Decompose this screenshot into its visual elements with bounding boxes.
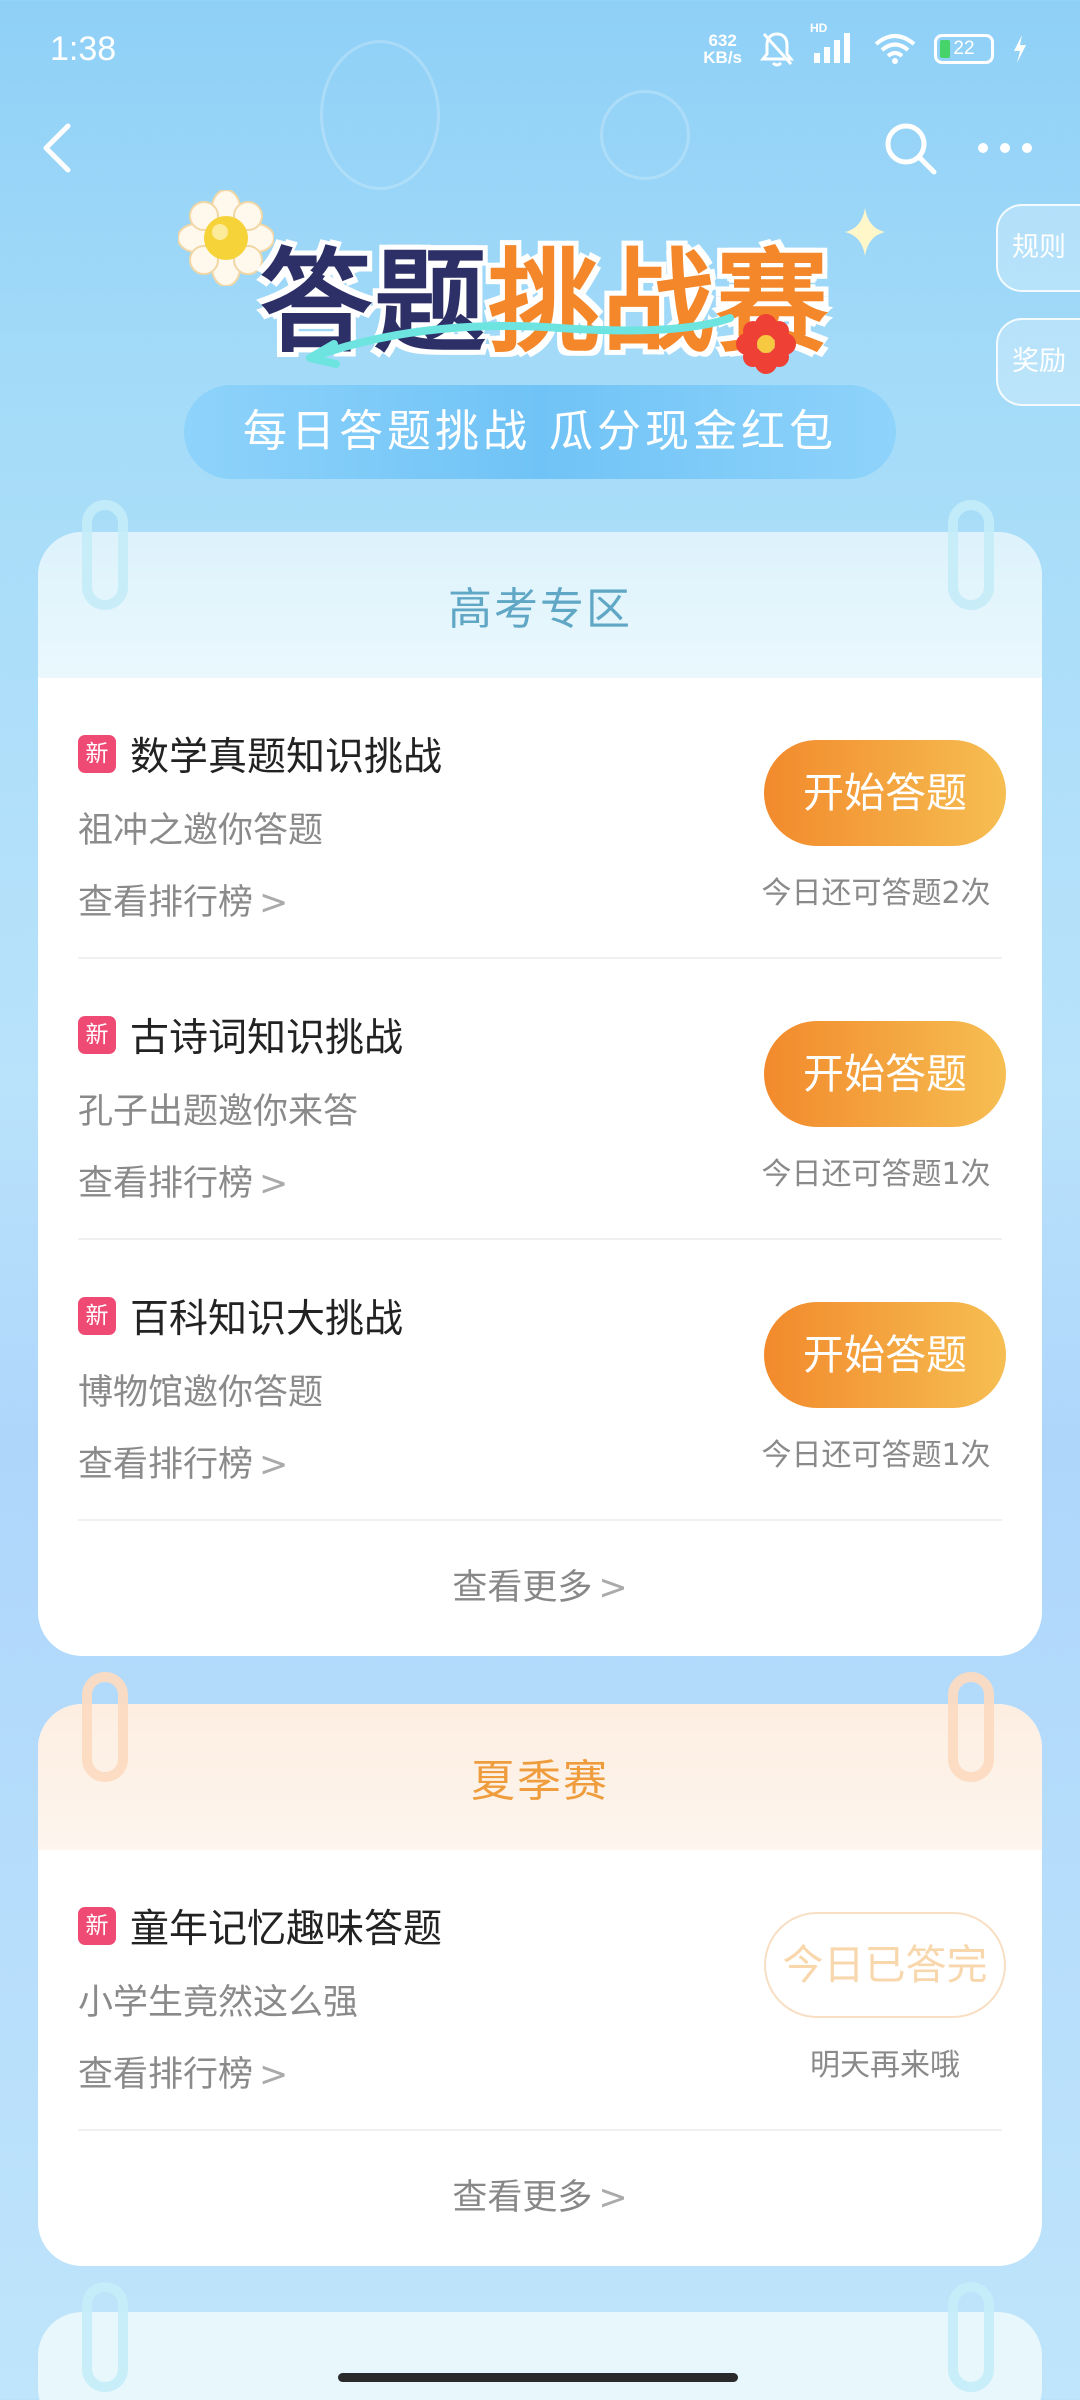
leaderboard-link[interactable]: 查看排行榜 > [78,1436,288,1487]
quiz-completed-button[interactable]: 今日已答完 [764,1912,1006,2018]
leaderboard-link[interactable]: 查看排行榜 > [78,874,288,925]
new-badge: 新 [78,1016,116,1054]
start-quiz-button[interactable]: 开始答题 [764,1021,1006,1127]
chevron-right-icon: > [259,1164,289,1204]
more-dots-icon[interactable] [975,128,1035,168]
wifi-icon [874,34,916,64]
challenge-title: 古诗词知识挑战 [130,1016,404,1061]
binder-ring [948,2282,994,2392]
status-bar: 1:38 632 KB/s HD 22 [0,0,1080,96]
chevron-right-icon: > [259,1445,289,1485]
come-back-tomorrow-text: 明天再来哦 [810,2048,960,2083]
remaining-attempts: 今日还可答题1次 [761,1157,991,1192]
chevron-right-icon: > [259,2055,289,2095]
home-indicator[interactable] [338,2373,738,2382]
view-more-link[interactable]: 查看更多 > [38,1521,1042,1655]
challenge-title: 童年记忆趣味答题 [130,1907,443,1952]
chevron-right-icon: > [598,2178,628,2218]
challenge-subtitle: 小学生竟然这么强 [78,1983,359,2023]
binder-ring [82,500,128,610]
remaining-attempts: 今日还可答题1次 [761,1438,991,1473]
binder-ring [82,1672,128,1782]
search-icon[interactable] [880,118,940,178]
battery-indicator: 22 [934,34,994,64]
section-card-next [38,2312,1042,2400]
signal-icon [814,33,850,63]
charging-bolt-icon [1014,35,1026,63]
challenge-title: 数学真题知识挑战 [130,735,443,780]
challenge-title: 百科知识大挑战 [130,1297,404,1342]
hero-subtitle: 每日答题挑战 瓜分现金红包 [184,385,896,479]
binder-ring [948,500,994,610]
section-header: 夏季赛 [38,1704,1042,1850]
start-quiz-button[interactable]: 开始答题 [764,1302,1006,1408]
rules-tab[interactable]: 规则 [996,204,1080,292]
binder-ring [948,1672,994,1782]
network-speed: 632 KB/s [703,31,742,67]
back-arrow-icon[interactable] [30,118,90,178]
status-icons: 632 KB/s HD 22 [703,21,1028,68]
view-more-link[interactable]: 查看更多 > [38,2131,1042,2265]
challenge-item: 新 童年记忆趣味答题 小学生竟然这么强 查看排行榜 > 今日已答完 明天再来哦 [78,1850,1006,2131]
new-badge: 新 [78,735,116,773]
status-time: 1:38 [50,30,117,68]
cellular-signal: HD [810,21,856,67]
leaderboard-link[interactable]: 查看排行榜 > [78,2046,288,2097]
bell-muted-icon [760,32,794,67]
background-doodle [600,90,690,180]
chevron-right-icon: > [259,883,289,923]
leaderboard-link[interactable]: 查看排行榜 > [78,1155,288,1206]
challenge-item: 新 古诗词知识挑战 孔子出题邀你来答 查看排行榜 > 开始答题 今日还可答题1次 [78,959,1006,1240]
swoosh-decoration [306,314,734,368]
challenge-subtitle: 祖冲之邀你答题 [78,811,324,851]
start-quiz-button[interactable]: 开始答题 [764,740,1006,846]
challenge-item: 新 数学真题知识挑战 祖冲之邀你答题 查看排行榜 > 开始答题 今日还可答题2次 [78,678,1006,959]
challenge-subtitle: 博物馆邀你答题 [78,1373,324,1413]
sparkle-icon [845,208,885,256]
new-badge: 新 [78,1297,116,1335]
flower-icon [736,314,796,374]
section-card-summer: 夏季赛 新 童年记忆趣味答题 小学生竟然这么强 查看排行榜 > 今日已答完 明天再… [38,1704,1042,2266]
challenge-subtitle: 孔子出题邀你来答 [78,1092,359,1132]
binder-ring [82,2282,128,2392]
chevron-right-icon: > [598,1568,628,1608]
rewards-tab[interactable]: 奖励 [996,318,1080,406]
section-header: 高考专区 [38,532,1042,678]
section-card-gaokao: 高考专区 新 数学真题知识挑战 祖冲之邀你答题 查看排行榜 > 开始答题 今日还可… [38,532,1042,1656]
new-badge: 新 [78,1907,116,1945]
remaining-attempts: 今日还可答题2次 [761,876,991,911]
challenge-item: 新 百科知识大挑战 博物馆邀你答题 查看排行榜 > 开始答题 今日还可答题1次 [78,1240,1006,1521]
